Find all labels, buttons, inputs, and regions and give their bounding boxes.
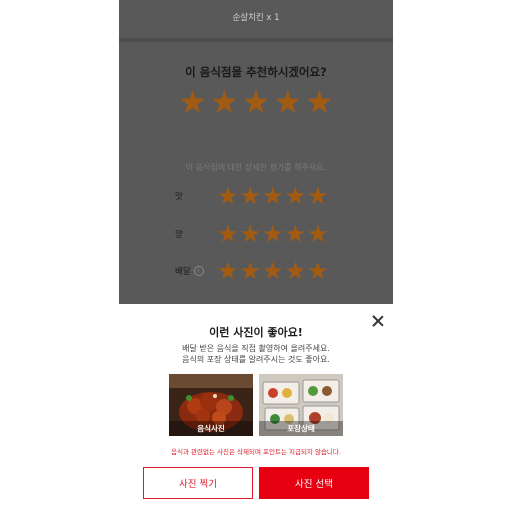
rating-row-amount: 양 ★ ★ ★ ★ ★	[175, 221, 385, 247]
star-icon[interactable]: ★	[242, 86, 271, 118]
star-icon[interactable]: ★	[262, 222, 284, 246]
info-icon[interactable]: !	[193, 266, 204, 276]
star-icon[interactable]: ★	[285, 184, 307, 208]
amount-star-rating[interactable]: ★ ★ ★ ★ ★	[217, 222, 329, 246]
dimmed-overlay[interactable]: 순살치킨 x 1 이 음식점을 추천하시겠어요? ★ ★ ★ ★ ★ 이 음식점…	[119, 0, 393, 304]
star-icon[interactable]: ★	[240, 184, 262, 208]
rating-label-delivery: 배달 !	[175, 265, 217, 277]
rating-label: 양	[175, 230, 183, 240]
rating-label: 맛	[175, 192, 183, 202]
packaging-photo-example: 포장상태	[259, 374, 343, 436]
star-icon[interactable]: ★	[240, 259, 262, 283]
star-icon[interactable]: ★	[217, 259, 239, 283]
star-icon[interactable]: ★	[305, 86, 334, 118]
star-icon[interactable]: ★	[285, 222, 307, 246]
star-icon[interactable]: ★	[217, 184, 239, 208]
rating-row-delivery: 배달 ! ★ ★ ★ ★ ★	[175, 258, 385, 284]
recommend-question: 이 음식점을 추천하시겠어요?	[185, 65, 327, 79]
order-item-line: 순살치킨 x 1	[232, 13, 280, 23]
star-icon[interactable]: ★	[178, 86, 207, 118]
star-icon[interactable]: ★	[262, 184, 284, 208]
rating-label: 배달	[175, 267, 191, 277]
photo-caption: 포장상태	[259, 421, 343, 436]
sheet-description: 배달 받은 음식을 직접 촬영하여 올려주세요. 음식의 포장 상태를 알려주시…	[119, 343, 393, 365]
overall-star-rating[interactable]: ★ ★ ★ ★ ★	[119, 86, 393, 118]
divider	[119, 38, 393, 42]
star-icon[interactable]: ★	[273, 86, 302, 118]
star-icon[interactable]: ★	[307, 222, 329, 246]
delivery-star-rating[interactable]: ★ ★ ★ ★ ★	[217, 259, 329, 283]
taste-star-rating[interactable]: ★ ★ ★ ★ ★	[217, 184, 329, 208]
star-icon[interactable]: ★	[210, 86, 239, 118]
example-photos: 음식사진 포장상태	[169, 374, 343, 436]
food-photo-example: 음식사진	[169, 374, 253, 436]
select-photo-button[interactable]: 사진 선택	[259, 467, 369, 499]
rating-row-taste: 맛 ★ ★ ★ ★ ★	[175, 183, 385, 209]
photo-warning: 음식과 관련없는 사진은 삭제되며 포인트는 지급되지 않습니다.	[171, 448, 341, 456]
star-icon[interactable]: ★	[240, 222, 262, 246]
sheet-desc-line: 배달 받은 음식을 직접 촬영하여 올려주세요.	[182, 344, 330, 353]
star-icon[interactable]: ★	[285, 259, 307, 283]
sheet-desc-line: 음식의 포장 상태를 알려주시는 것도 좋아요.	[182, 355, 330, 364]
detail-rating-hint: 이 음식점에 대한 상세한 평가를 해주세요.	[185, 163, 327, 172]
photo-caption: 음식사진	[169, 421, 253, 436]
star-icon[interactable]: ★	[262, 259, 284, 283]
review-screen: 순살치킨 x 1 이 음식점을 추천하시겠어요? ★ ★ ★ ★ ★ 이 음식점…	[119, 0, 393, 512]
take-photo-button[interactable]: 사진 찍기	[143, 467, 253, 499]
star-icon[interactable]: ★	[307, 184, 329, 208]
star-icon[interactable]: ★	[307, 259, 329, 283]
sheet-title: 이런 사진이 좋아요!	[209, 326, 303, 339]
photo-guide-sheet: 이런 사진이 좋아요! 배달 받은 음식을 직접 촬영하여 올려주세요. 음식의…	[119, 304, 393, 512]
star-icon[interactable]: ★	[217, 222, 239, 246]
